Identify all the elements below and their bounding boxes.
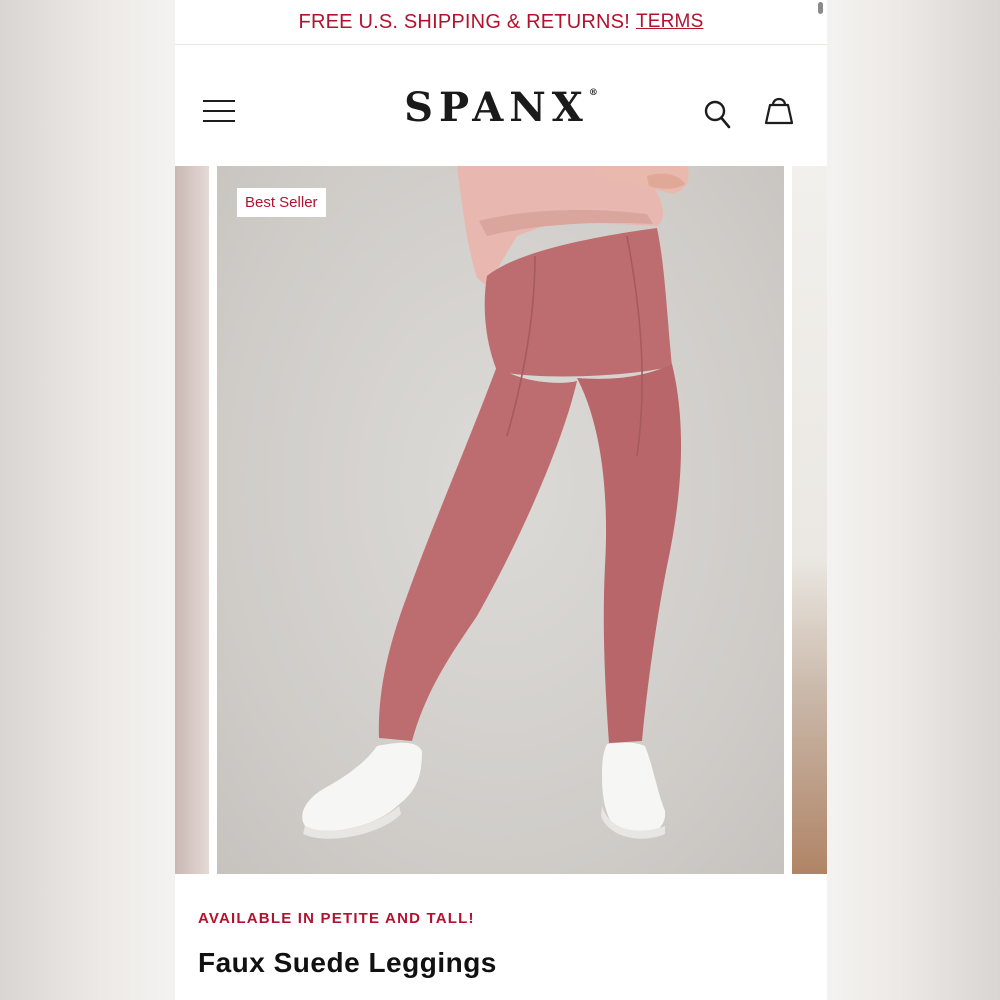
site-header: SPANX®	[175, 56, 827, 166]
terms-link[interactable]: TERMS	[636, 11, 704, 33]
petite-tall-callout: AVAILABLE IN PETITE AND TALL!	[198, 910, 475, 927]
best-seller-badge: Best Seller	[237, 188, 326, 217]
previous-slide-peek[interactable]	[175, 166, 209, 874]
search-icon[interactable]	[703, 98, 733, 130]
logo-text: SPANX	[404, 84, 589, 131]
scrollbar[interactable]	[818, 2, 823, 14]
next-slide-peek[interactable]	[792, 166, 827, 874]
promo-text: FREE U.S. SHIPPING & RETURNS!	[298, 10, 630, 33]
product-photo	[302, 166, 689, 839]
shopping-bag-icon[interactable]	[761, 94, 797, 126]
product-image[interactable]: Best Seller	[217, 166, 784, 874]
mobile-screen: FREE U.S. SHIPPING & RETURNS! TERMS SPAN…	[175, 0, 827, 1000]
product-image-carousel[interactable]: Best Seller	[175, 166, 827, 874]
registered-mark: ®	[588, 88, 598, 98]
promo-bar: FREE U.S. SHIPPING & RETURNS! TERMS	[175, 0, 827, 45]
product-title[interactable]: Faux Suede Leggings	[198, 947, 497, 979]
